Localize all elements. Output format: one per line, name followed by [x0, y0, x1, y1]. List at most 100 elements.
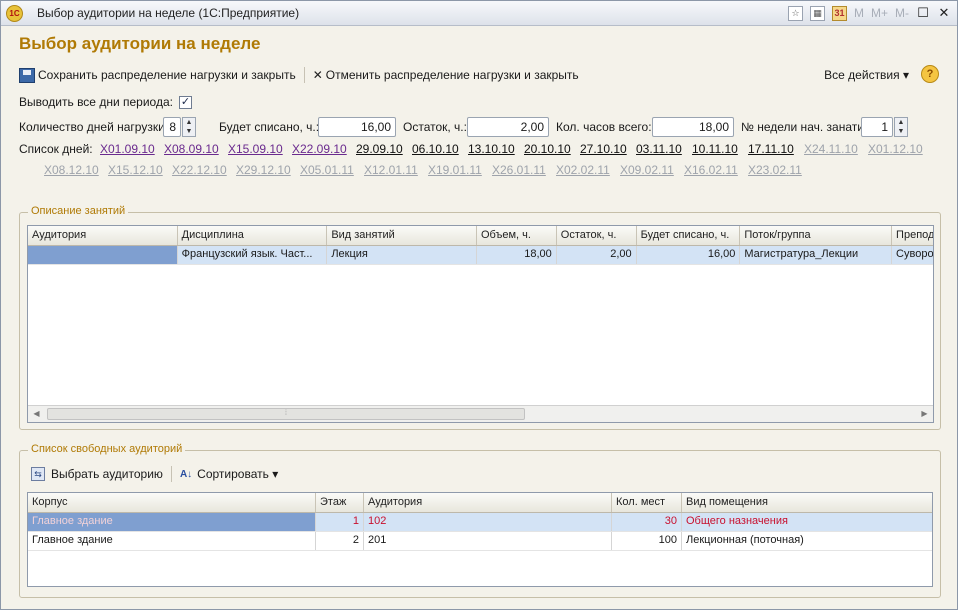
scrollbar-thumb[interactable]: ⁞ [47, 408, 525, 420]
cancel-icon: ✕ [312, 68, 323, 82]
toolbar-separator [170, 466, 172, 482]
day-link[interactable]: X15.12.10 [108, 163, 163, 177]
table-cell[interactable]: 201 [364, 532, 612, 550]
day-link[interactable]: 06.10.10 [412, 142, 459, 156]
day-link[interactable]: X12.01.11 [364, 163, 418, 177]
cancel-and-close-button[interactable]: ✕ Отменить распределение нагрузки и закр… [313, 68, 579, 82]
day-link[interactable]: X29.12.10 [236, 163, 291, 177]
show-all-days-label: Выводить все дни периода: [19, 95, 173, 109]
calculator-icon[interactable]: ▦ [809, 5, 825, 21]
table-cell[interactable]: 102 [364, 513, 612, 531]
table-cell[interactable]: Магистратура_Лекции [740, 246, 893, 264]
day-link[interactable]: 17.11.10 [748, 142, 794, 156]
lessons-table-header: Аудитория Дисциплина Вид занятий Объем, … [28, 226, 933, 246]
day-link[interactable]: X22.09.10 [292, 142, 347, 156]
table-cell[interactable]: Лекция [327, 246, 477, 264]
total-hours-field[interactable]: 18,00 [652, 117, 734, 137]
written-off-field[interactable]: 16,00 [318, 117, 396, 137]
column-header[interactable]: Дисциплина [178, 226, 328, 245]
free-rooms-toolbar: ⇆ Выбрать аудиторию A↓ Сортировать ▾ [31, 465, 278, 483]
day-link[interactable]: X02.02.11 [556, 163, 610, 177]
column-header[interactable]: Поток/группа [740, 226, 893, 245]
day-link[interactable]: X24.11.10 [804, 142, 858, 156]
day-link[interactable]: 13.10.10 [468, 142, 515, 156]
table-cell[interactable]: 18,00 [477, 246, 557, 264]
day-link[interactable]: X16.02.11 [684, 163, 738, 177]
table-cell[interactable]: 30 [612, 513, 682, 531]
table-cell[interactable]: Лекционная (поточная) [682, 532, 932, 550]
table-cell[interactable]: 2 [316, 532, 364, 550]
day-link[interactable]: X01.09.10 [100, 142, 155, 156]
day-link[interactable]: X09.02.11 [620, 163, 674, 177]
table-row[interactable]: Главное здание 1 102 30 Общего назначени… [28, 513, 932, 532]
table-cell[interactable]: Общего назначения [682, 513, 932, 531]
week-no-input[interactable]: 1 [861, 117, 893, 137]
help-icon[interactable]: ? [921, 65, 939, 83]
week-no-stepper[interactable]: ▲ ▼ [894, 117, 908, 137]
table-cell[interactable] [28, 246, 178, 264]
day-link[interactable]: 29.09.10 [356, 142, 403, 156]
day-link[interactable]: 10.11.10 [692, 142, 738, 156]
table-cell[interactable]: Главное здание [28, 532, 316, 550]
maximize-button[interactable]: ☐ [916, 5, 930, 21]
table-cell[interactable]: 2,00 [557, 246, 637, 264]
remainder-field[interactable]: 2,00 [467, 117, 549, 137]
days-load-input[interactable]: 8 [163, 117, 181, 137]
horizontal-scrollbar[interactable]: ◀ ⁞ ▶ [28, 405, 933, 422]
memory-minus-button[interactable]: M- [895, 6, 909, 20]
title-bar-tools: ☆ ▦ 31 M M+ M- ☐ ✕ [787, 4, 951, 22]
table-cell[interactable]: 1 [316, 513, 364, 531]
day-link[interactable]: X22.12.10 [172, 163, 227, 177]
memory-m-button[interactable]: M [854, 6, 864, 20]
title-bar: 1С Выбор аудитории на неделе (1С:Предпри… [1, 1, 957, 26]
sort-label: Сортировать ▾ [197, 467, 279, 481]
day-link[interactable]: 03.11.10 [636, 142, 682, 156]
day-link[interactable]: X08.12.10 [44, 163, 99, 177]
column-header[interactable]: Остаток, ч. [557, 226, 637, 245]
table-cell[interactable]: 16,00 [637, 246, 741, 264]
save-and-close-label: Сохранить распределение нагрузки и закры… [38, 68, 296, 82]
day-link[interactable]: X23.02.11 [748, 163, 802, 177]
table-cell[interactable]: Главное здание [28, 513, 316, 531]
day-link[interactable]: X15.09.10 [228, 142, 283, 156]
memory-plus-button[interactable]: M+ [871, 6, 888, 20]
table-cell[interactable]: Суворо [892, 246, 933, 264]
show-all-days-option: Выводить все дни периода: ✓ [19, 95, 192, 109]
scroll-right-icon[interactable]: ▶ [916, 406, 933, 422]
column-header[interactable]: Этаж [316, 493, 364, 512]
column-header[interactable]: Вид занятий [327, 226, 477, 245]
pick-room-button[interactable]: ⇆ Выбрать аудиторию [31, 467, 163, 481]
sort-button[interactable]: A↓ Сортировать ▾ [180, 467, 278, 481]
cancel-and-close-label: Отменить распределение нагрузки и закрыт… [325, 68, 579, 82]
column-header[interactable]: Будет списано, ч. [637, 226, 741, 245]
day-link[interactable]: X08.09.10 [164, 142, 219, 156]
save-and-close-button[interactable]: Сохранить распределение нагрузки и закры… [19, 67, 296, 83]
calendar-icon[interactable]: 31 [831, 5, 847, 21]
day-link[interactable]: X01.12.10 [868, 142, 923, 156]
column-header[interactable]: Аудитория [364, 493, 612, 512]
column-header[interactable]: Корпус [28, 493, 316, 512]
column-header[interactable]: Объем, ч. [477, 226, 557, 245]
days-load-stepper[interactable]: ▲ ▼ [182, 117, 196, 137]
day-link[interactable]: X19.01.11 [428, 163, 482, 177]
free-rooms-table[interactable]: Корпус Этаж Аудитория Кол. мест Вид поме… [27, 492, 933, 587]
show-all-days-checkbox[interactable]: ✓ [178, 95, 192, 109]
column-header[interactable]: Препод [892, 226, 933, 245]
day-link[interactable]: X26.01.11 [492, 163, 546, 177]
column-header[interactable]: Вид помещения [682, 493, 932, 512]
close-button[interactable]: ✕ [937, 5, 951, 21]
lessons-table[interactable]: Аудитория Дисциплина Вид занятий Объем, … [27, 225, 934, 423]
table-cell[interactable]: 100 [612, 532, 682, 550]
column-header[interactable]: Аудитория [28, 226, 178, 245]
day-link[interactable]: 20.10.10 [524, 142, 571, 156]
all-actions-menu[interactable]: Все действия ▾ [824, 68, 909, 82]
table-row[interactable]: Главное здание 2 201 100 Лекционная (пот… [28, 532, 932, 551]
pick-room-label: Выбрать аудиторию [51, 467, 163, 481]
column-header[interactable]: Кол. мест [612, 493, 682, 512]
table-cell[interactable]: Французский язык. Част... [178, 246, 328, 264]
table-row[interactable]: Французский язык. Част... Лекция 18,00 2… [28, 246, 933, 265]
scroll-left-icon[interactable]: ◀ [28, 406, 45, 422]
favorites-icon[interactable]: ☆ [787, 5, 803, 21]
day-link[interactable]: X05.01.11 [300, 163, 354, 177]
day-link[interactable]: 27.10.10 [580, 142, 627, 156]
